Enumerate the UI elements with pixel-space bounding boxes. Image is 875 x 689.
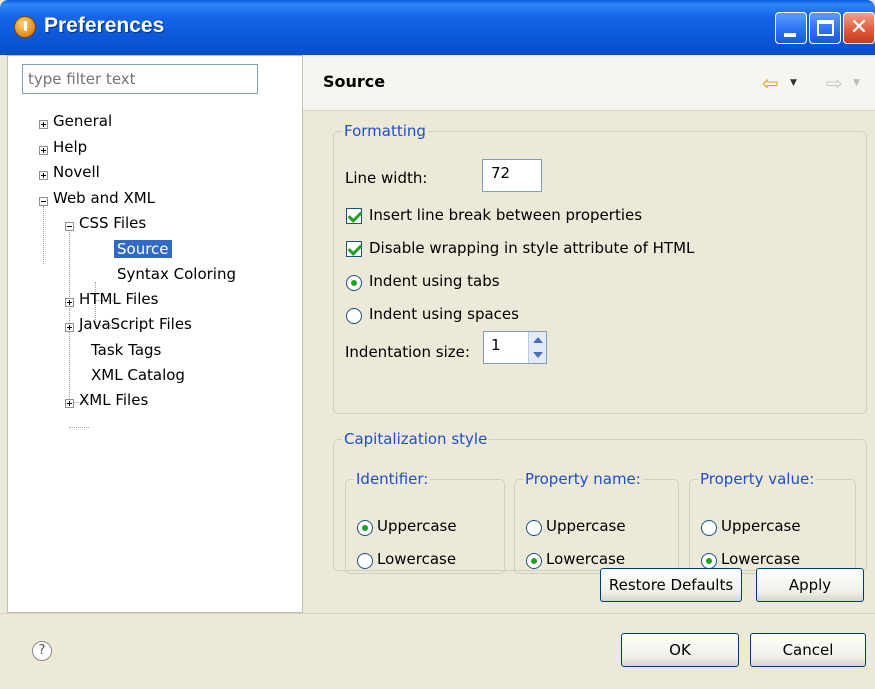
property-value-uppercase-label[interactable]: Uppercase <box>721 517 801 535</box>
page-header: Source ⇦ ▼ ⇨ ▼ <box>303 55 875 111</box>
identifier-legend: Identifier: <box>356 470 429 488</box>
insert-line-break-label[interactable]: Insert line break between properties <box>369 206 642 224</box>
identifier-uppercase-label[interactable]: Uppercase <box>377 517 457 535</box>
tree-connector <box>69 232 70 401</box>
expand-html-files-icon[interactable] <box>65 298 74 307</box>
back-arrow-icon[interactable]: ⇦ <box>762 73 779 93</box>
spinner-buttons[interactable] <box>528 332 546 363</box>
dialog-button-bar: ? OK Cancel <box>0 613 875 689</box>
disable-wrapping-label[interactable]: Disable wrapping in style attribute of H… <box>369 239 694 257</box>
indentation-size-value: 1 <box>491 336 501 354</box>
filter-input[interactable] <box>22 64 258 94</box>
capitalization-legend: Capitalization style <box>344 430 488 448</box>
tree-item-css-files[interactable]: CSS Files <box>79 212 146 234</box>
collapse-web-and-xml-icon[interactable] <box>39 197 48 206</box>
capitalization-style-group: Capitalization style Identifier: Upperca… <box>333 430 867 574</box>
tree-item-syntax-coloring[interactable]: Syntax Coloring <box>117 263 236 285</box>
tree-item-help[interactable]: Help <box>53 136 87 158</box>
tree-item-source[interactable]: Source <box>114 238 172 260</box>
indentation-size-label: Indentation size: <box>345 343 470 361</box>
insert-line-break-checkbox[interactable] <box>346 208 362 224</box>
property-value-legend: Property value: <box>700 470 815 488</box>
page-title: Source <box>323 72 386 91</box>
minimize-button[interactable] <box>775 12 807 44</box>
preferences-window: Preferences ✕ General Help Novell <box>0 0 875 689</box>
cancel-button[interactable]: Cancel <box>750 633 866 667</box>
property-value-lowercase-label[interactable]: Lowercase <box>721 550 800 568</box>
identifier-lowercase-radio[interactable] <box>357 553 373 569</box>
title-bar[interactable]: Preferences ✕ <box>0 0 875 55</box>
ok-button[interactable]: OK <box>621 633 739 667</box>
indent-spaces-radio[interactable] <box>346 308 362 324</box>
forward-history-dropdown-icon[interactable]: ▼ <box>853 78 860 88</box>
property-name-group: Property name: Uppercase Lowercase <box>514 470 679 574</box>
tree-item-xml-files[interactable]: XML Files <box>79 389 148 411</box>
indentation-size-spinner[interactable]: 1 <box>483 331 547 364</box>
tree-connector <box>43 206 44 264</box>
tree-item-javascript-files[interactable]: JavaScript Files <box>79 313 192 335</box>
tree-item-novell[interactable]: Novell <box>53 161 100 183</box>
tree-item-web-and-xml[interactable]: Web and XML <box>53 187 155 209</box>
help-icon[interactable]: ? <box>32 641 52 661</box>
formatting-group: Formatting Line width: 72 Insert line br… <box>333 122 867 414</box>
close-button[interactable]: ✕ <box>843 12 875 44</box>
expand-help-icon[interactable] <box>39 146 48 155</box>
property-value-uppercase-radio[interactable] <box>701 520 717 536</box>
indent-spaces-label[interactable]: Indent using spaces <box>369 305 519 323</box>
spin-down-icon[interactable] <box>533 352 543 358</box>
window-title: Preferences <box>44 14 165 37</box>
tree-item-task-tags[interactable]: Task Tags <box>91 339 161 361</box>
app-icon <box>14 16 36 38</box>
expand-general-icon[interactable] <box>39 120 48 129</box>
spin-up-icon[interactable] <box>533 337 543 343</box>
disable-wrapping-checkbox[interactable] <box>346 241 362 257</box>
tree-item-html-files[interactable]: HTML Files <box>79 288 158 310</box>
property-name-uppercase-label[interactable]: Uppercase <box>546 517 626 535</box>
identifier-lowercase-label[interactable]: Lowercase <box>377 550 456 568</box>
tree-item-general[interactable]: General <box>53 110 112 132</box>
forward-arrow-icon[interactable]: ⇨ <box>826 73 843 93</box>
expand-novell-icon[interactable] <box>39 171 48 180</box>
property-name-uppercase-radio[interactable] <box>526 520 542 536</box>
close-icon: ✕ <box>849 15 869 40</box>
preferences-tree-pane: General Help Novell Web and XML CSS File… <box>7 55 303 613</box>
property-name-lowercase-radio[interactable] <box>526 553 542 569</box>
line-width-label: Line width: <box>345 169 428 187</box>
line-width-input[interactable]: 72 <box>482 159 542 192</box>
apply-button[interactable]: Apply <box>756 568 864 602</box>
formatting-legend: Formatting <box>344 122 426 140</box>
restore-defaults-button[interactable]: Restore Defaults <box>600 568 742 602</box>
identifier-group: Identifier: Uppercase Lowercase <box>345 470 505 574</box>
property-name-lowercase-label[interactable]: Lowercase <box>546 550 625 568</box>
back-history-dropdown-icon[interactable]: ▼ <box>790 78 797 88</box>
preference-page: Source ⇦ ▼ ⇨ ▼ Formatting Line width: 72… <box>303 55 875 613</box>
identifier-uppercase-radio[interactable] <box>357 520 373 536</box>
expand-javascript-files-icon[interactable] <box>65 323 74 332</box>
expand-xml-files-icon[interactable] <box>65 399 74 408</box>
tree-item-source-label: Source <box>114 240 172 258</box>
property-name-legend: Property name: <box>525 470 641 488</box>
maximize-button[interactable] <box>809 12 841 44</box>
indent-tabs-label[interactable]: Indent using tabs <box>369 272 500 290</box>
minimize-icon <box>784 33 796 37</box>
property-value-lowercase-radio[interactable] <box>701 553 717 569</box>
collapse-css-files-icon[interactable] <box>65 222 74 231</box>
property-value-group: Property value: Uppercase Lowercase <box>689 470 856 574</box>
indent-tabs-radio[interactable] <box>346 275 362 291</box>
tree-item-xml-catalog[interactable]: XML Catalog <box>91 364 185 386</box>
maximize-icon <box>817 20 834 36</box>
tree-connector <box>69 427 89 428</box>
